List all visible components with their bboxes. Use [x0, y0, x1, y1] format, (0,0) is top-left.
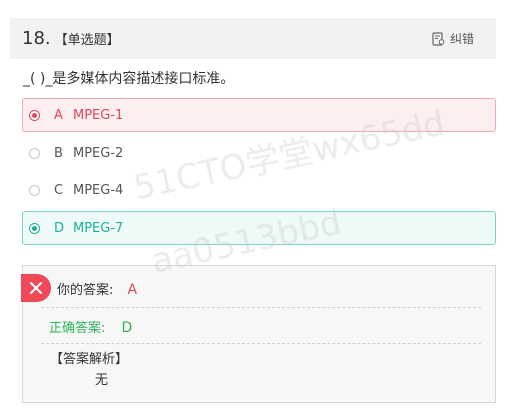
my-answer-label: 你的答案: — [57, 283, 114, 298]
option-text: MPEG-4 — [73, 182, 124, 198]
my-answer-value: A — [127, 282, 138, 298]
option-letter: B — [54, 145, 63, 161]
report-error-button[interactable]: 纠错 — [432, 30, 474, 47]
option-a[interactable]: A MPEG-1 — [22, 98, 496, 132]
radio-icon — [29, 147, 40, 159]
answer-panel: 你的答案: A 正确答案: D 【答案解析】 无 — [21, 265, 496, 403]
my-answer-row: 你的答案: A — [57, 279, 137, 298]
radio-icon — [29, 222, 40, 234]
report-icon — [432, 31, 445, 46]
radio-icon — [29, 109, 40, 121]
question-stem: _( )_是多媒体内容描述接口标准。 — [23, 71, 235, 87]
option-c[interactable]: C MPEG-4 — [22, 173, 496, 207]
radio-icon — [29, 184, 40, 196]
analysis-title: 【答案解析】 — [50, 352, 129, 367]
question-header: 18. 【单选题】 纠错 — [10, 18, 496, 59]
wrong-badge — [21, 274, 51, 302]
option-text: MPEG-1 — [73, 107, 124, 123]
report-label: 纠错 — [449, 32, 474, 46]
option-letter: A — [54, 107, 63, 123]
option-b[interactable]: B MPEG-2 — [22, 136, 496, 170]
correct-answer-value: D — [121, 320, 133, 336]
question-number: 18. — [22, 28, 51, 49]
option-text: MPEG-7 — [73, 220, 124, 236]
divider — [41, 343, 481, 344]
option-text: MPEG-2 — [73, 145, 124, 161]
option-letter: D — [54, 220, 65, 236]
question-type: 【单选题】 — [54, 33, 120, 48]
divider — [41, 307, 481, 308]
correct-answer-label: 正确答案: — [49, 321, 106, 336]
analysis-body: 无 — [95, 373, 109, 388]
correct-answer-row: 正确答案: D — [49, 317, 132, 336]
close-icon — [30, 282, 42, 294]
option-d[interactable]: D MPEG-7 — [22, 211, 496, 245]
option-letter: C — [54, 182, 64, 198]
